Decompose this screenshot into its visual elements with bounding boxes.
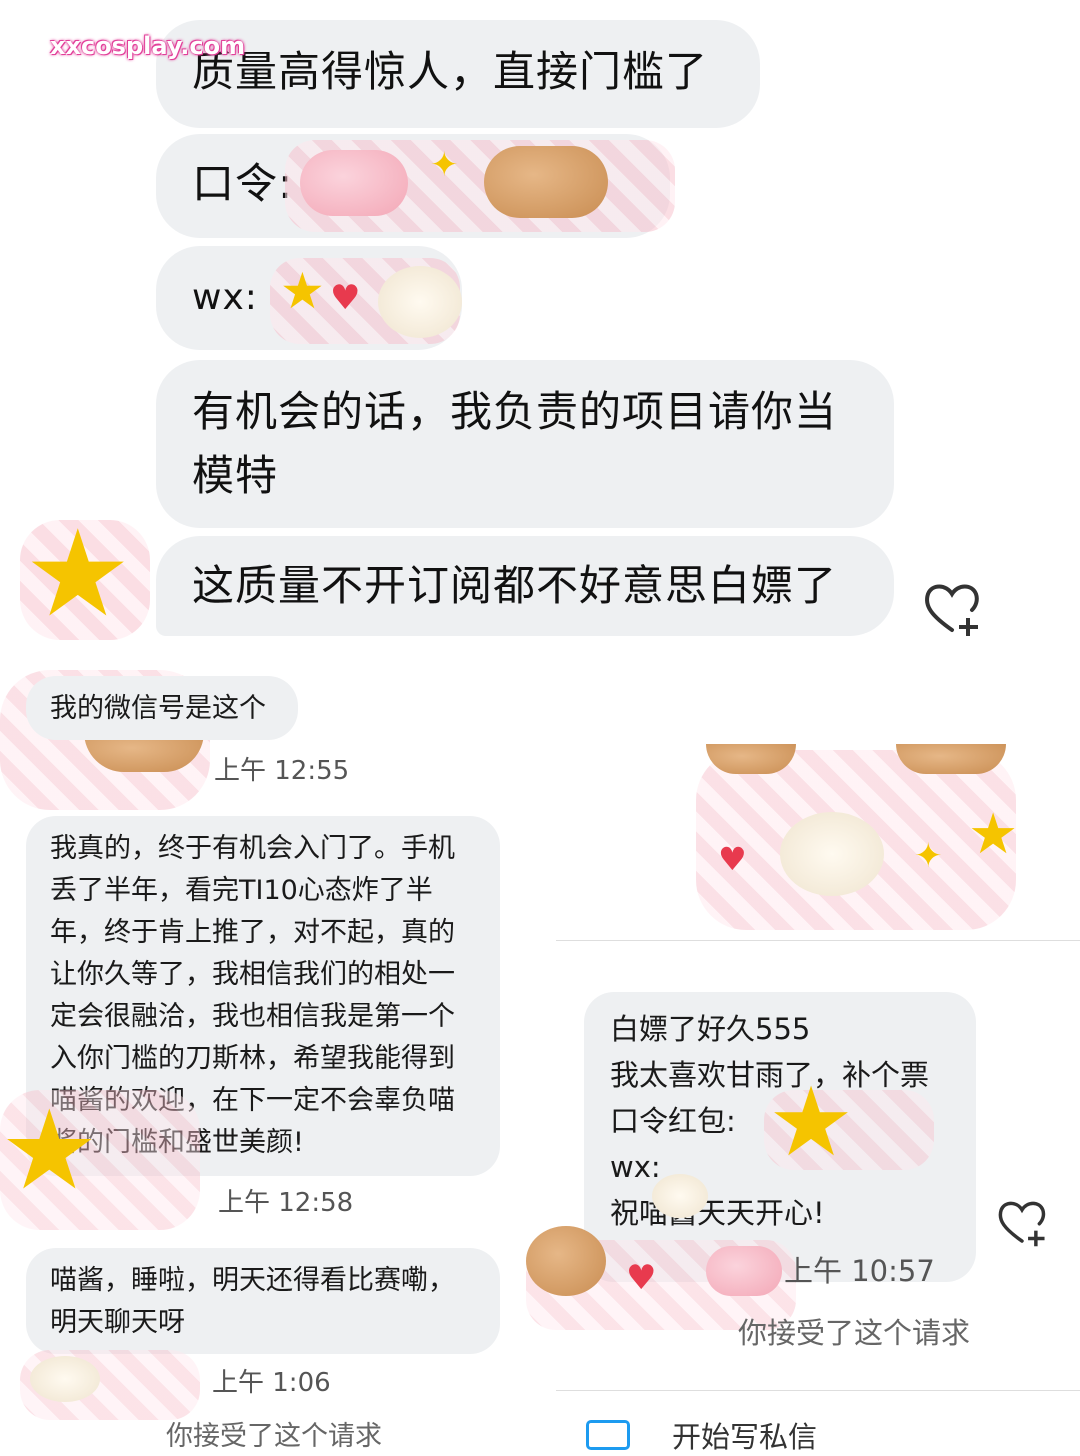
timestamp: 上午 1:06 bbox=[212, 1368, 331, 1398]
message-text: 口令: bbox=[192, 159, 294, 208]
message-text: 质量高得惊人，直接门槛了 bbox=[192, 47, 709, 96]
heart-add-icon[interactable] bbox=[996, 1196, 1048, 1248]
pink-cookie-sticker bbox=[706, 1246, 782, 1296]
pink-cookie-sticker bbox=[300, 150, 408, 216]
left-chat-panel: 我的微信号是这个 上午 12:55 我真的，终于有机会入门了。手机 丢了半年，看… bbox=[0, 650, 540, 1452]
compose-message-label[interactable]: 开始写私信 bbox=[672, 1414, 817, 1456]
cloud-sticker bbox=[652, 1174, 708, 1218]
timestamp: 上午 12:58 bbox=[218, 1188, 354, 1218]
cloud-sticker bbox=[30, 1356, 100, 1402]
message-bubble[interactable]: 质量高得惊人，直接门槛了 bbox=[156, 20, 760, 128]
message-bubble[interactable]: 有机会的话，我负责的项目请你当 模特 bbox=[156, 360, 894, 528]
message-bubble[interactable]: 喵酱，睡啦，明天还得看比赛嘞， 明天聊天呀 bbox=[26, 1248, 500, 1354]
heart-add-icon[interactable] bbox=[922, 578, 982, 638]
message-line: 喵酱，睡啦，明天还得看比赛嘞， bbox=[50, 1265, 455, 1296]
cloud-sticker bbox=[780, 812, 884, 896]
heart-icon: ♥ bbox=[626, 1258, 657, 1298]
sparkle-icon: ✦ bbox=[430, 145, 459, 185]
message-text: 这质量不开订阅都不好意思白嫖了 bbox=[192, 561, 838, 610]
message-line: 入你门槛的刀斯林，希望我能得到 bbox=[50, 1043, 455, 1074]
message-text: 模特 bbox=[192, 451, 279, 500]
heart-icon: ♥ bbox=[718, 840, 747, 878]
system-message: 你接受了这个请求 bbox=[738, 1316, 971, 1350]
message-text: 有机会的话，我负责的项目请你当 bbox=[192, 387, 838, 436]
divider bbox=[556, 1390, 1080, 1391]
message-bubble[interactable]: 这质量不开订阅都不好意思白嫖了 bbox=[156, 536, 894, 636]
message-bubble[interactable]: 我的微信号是这个 bbox=[26, 676, 298, 740]
message-text: wx: bbox=[192, 277, 258, 318]
brown-cookie-sticker bbox=[896, 744, 1006, 774]
star-sticker: ★ bbox=[24, 505, 132, 644]
sparkle-icon: ✦ bbox=[914, 836, 943, 876]
watermark: xxcosplay.com bbox=[50, 32, 246, 60]
star-sticker: ★ bbox=[768, 1066, 855, 1178]
star-sticker: ★ bbox=[280, 262, 325, 320]
timestamp: 上午 12:55 bbox=[214, 756, 350, 786]
message-text: 我的微信号是这个 bbox=[50, 693, 266, 724]
star-sticker: ★ bbox=[968, 802, 1019, 867]
gif-icon[interactable] bbox=[586, 1420, 630, 1450]
divider bbox=[556, 940, 1080, 941]
message-line: 年，终于肯上推了，对不起，真的 bbox=[50, 917, 455, 948]
message-line: 定会很融洽，我也相信我是第一个 bbox=[50, 1001, 455, 1032]
brown-cookie-sticker bbox=[526, 1226, 606, 1296]
star-sticker: ★ bbox=[0, 1086, 99, 1214]
message-line: 丢了半年，看完TI10心态炸了半 bbox=[50, 875, 433, 906]
timestamp: 上午 10:57 bbox=[784, 1254, 935, 1288]
heart-icon: ♥ bbox=[330, 278, 361, 318]
cloud-sticker bbox=[378, 266, 462, 338]
right-chat-panel: ♥ ✦ ★ 白嫖了好久555 我太喜欢甘雨了，补个票 口令红包: wx: 祝喵酱… bbox=[526, 740, 1080, 1454]
message-line: 白嫖了好久555 bbox=[610, 1012, 811, 1046]
message-line: 明天聊天呀 bbox=[50, 1307, 185, 1338]
system-message: 你接受了这个请求 bbox=[166, 1421, 382, 1452]
brown-cookie-sticker bbox=[484, 146, 608, 218]
top-chat-panel: 质量高得惊人，直接门槛了 口令: ✦ wx: ★ ♥ 有机会的话，我负责的项目请… bbox=[0, 0, 1080, 640]
message-line: 我真的，终于有机会入门了。手机 bbox=[50, 833, 455, 864]
message-line: 让你久等了，我相信我们的相处一 bbox=[50, 959, 455, 990]
